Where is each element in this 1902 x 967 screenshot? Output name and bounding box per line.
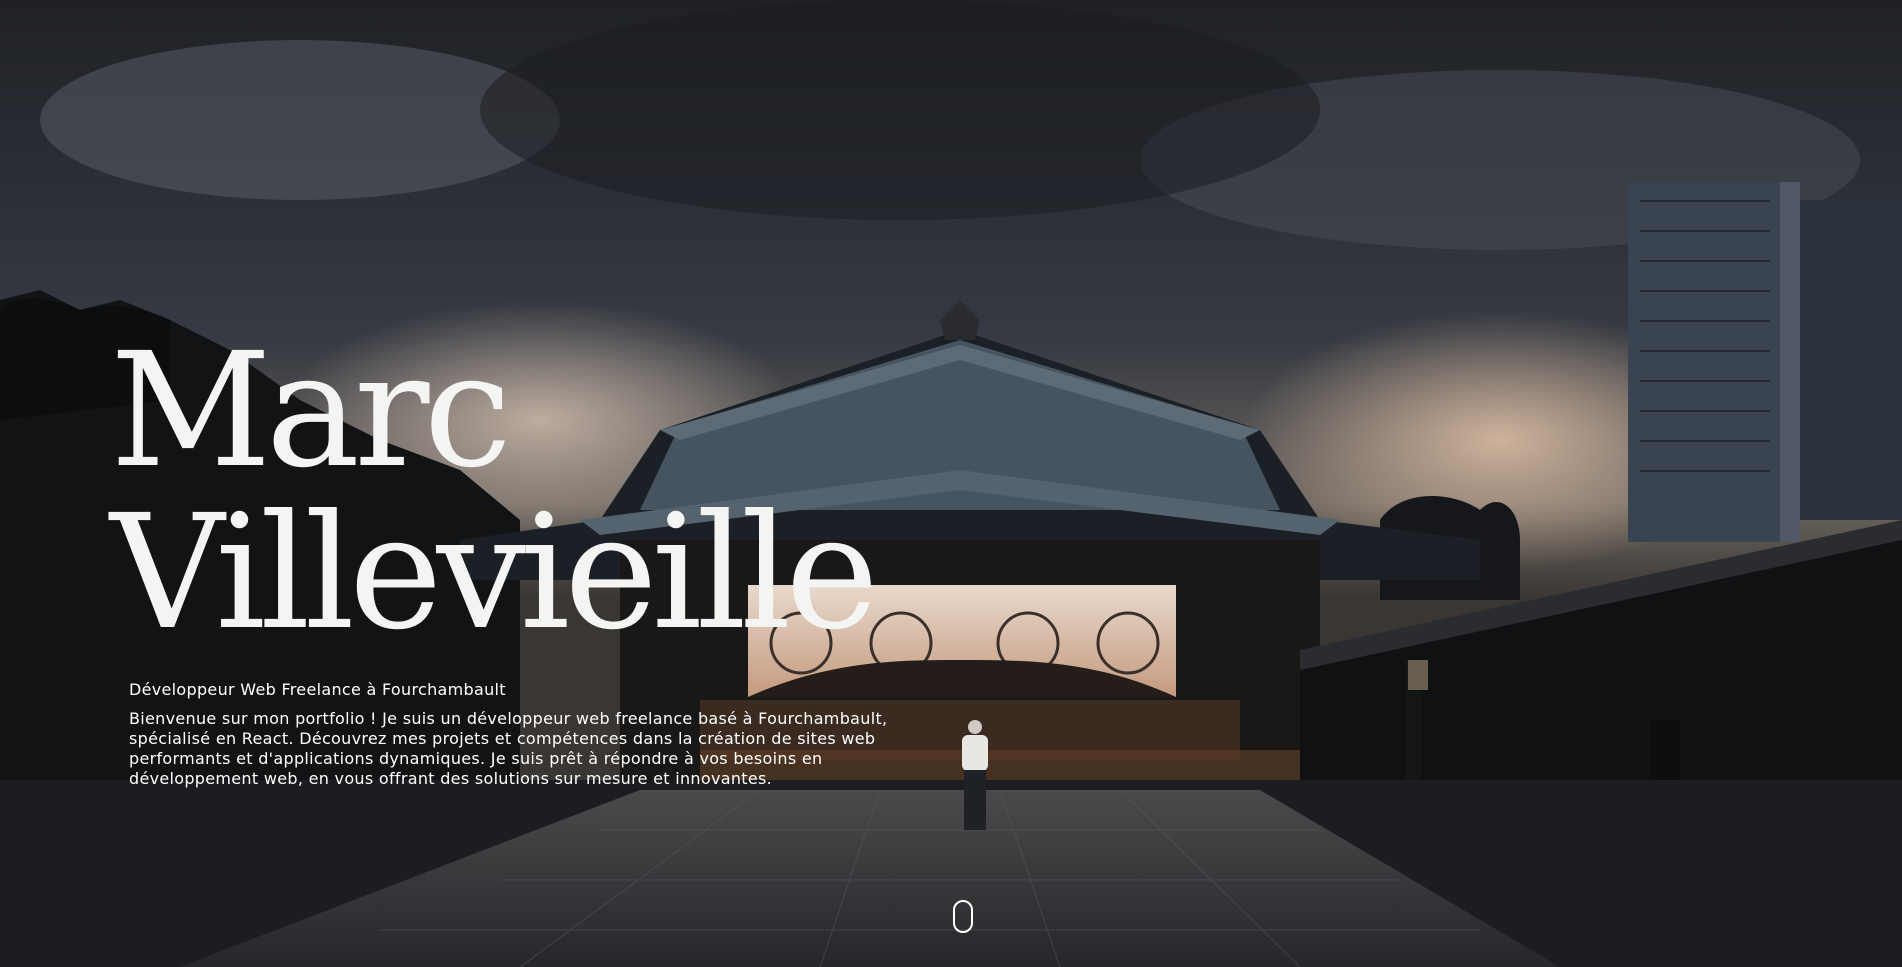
hero-name-last: Villevieille [110,481,879,665]
mouse-scroll-icon[interactable] [953,900,973,933]
hero-intro-text: Bienvenue sur mon portfolio ! Je suis un… [129,709,888,788]
hero-section: Marc Villevieille Développeur Web Freela… [0,0,1902,967]
hero-name: Marc Villevieille [110,330,910,654]
hero-content: Marc Villevieille Développeur Web Freela… [110,330,910,789]
hero-name-first: Marc [110,319,512,503]
hero-subtitle: Développeur Web Freelance à Fourchambaul… [129,680,506,699]
